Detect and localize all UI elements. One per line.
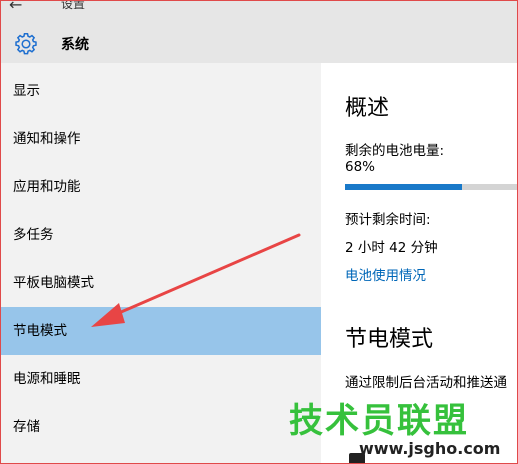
remaining-time-label: 预计剩余时间: — [345, 212, 431, 228]
settings-window: ← 设置 系统 显示 通知和操作 应用和功能 多任务 平板电脑模式 节电模式 电… — [0, 0, 518, 464]
battery-remaining-label: 剩余的电池电量: — [345, 143, 445, 159]
window-title: 设置 — [61, 0, 86, 11]
battery-saver-description: 通过限制后台活动和推送通 — [345, 375, 507, 391]
sidebar-item-notifications[interactable]: 通知和操作 — [1, 115, 321, 163]
sidebar-item-battery-saver[interactable]: 节电模式 — [1, 307, 321, 355]
battery-level-fill — [345, 184, 462, 190]
remaining-time-value: 2 小时 42 分钟 — [345, 240, 438, 256]
overview-heading: 概述 — [345, 96, 390, 121]
sidebar-item-tablet-mode[interactable]: 平板电脑模式 — [1, 259, 321, 307]
sidebar: 显示 通知和操作 应用和功能 多任务 平板电脑模式 节电模式 电源和睡眠 存储 — [1, 63, 321, 463]
sidebar-item-storage[interactable]: 存储 — [1, 403, 321, 451]
title-bar: ← 设置 系统 — [1, 1, 517, 63]
page-title: 系统 — [61, 37, 89, 53]
sidebar-item-display[interactable]: 显示 — [1, 67, 321, 115]
sidebar-item-apps[interactable]: 应用和功能 — [1, 163, 321, 211]
watermark-logo: 技术员联盟 — [289, 401, 469, 441]
battery-percent: 68% — [345, 159, 376, 175]
battery-saver-heading: 节电模式 — [345, 327, 434, 352]
battery-level-bar — [345, 184, 517, 190]
back-arrow-icon[interactable]: ← — [9, 1, 22, 14]
scrollbar-thumb[interactable] — [349, 453, 365, 463]
sidebar-item-multitasking[interactable]: 多任务 — [1, 211, 321, 259]
sidebar-item-power-sleep[interactable]: 电源和睡眠 — [1, 355, 321, 403]
watermark-url: www.jsgho.com — [355, 439, 505, 458]
gear-icon — [15, 32, 37, 55]
battery-usage-link[interactable]: 电池使用情况 — [345, 264, 426, 284]
